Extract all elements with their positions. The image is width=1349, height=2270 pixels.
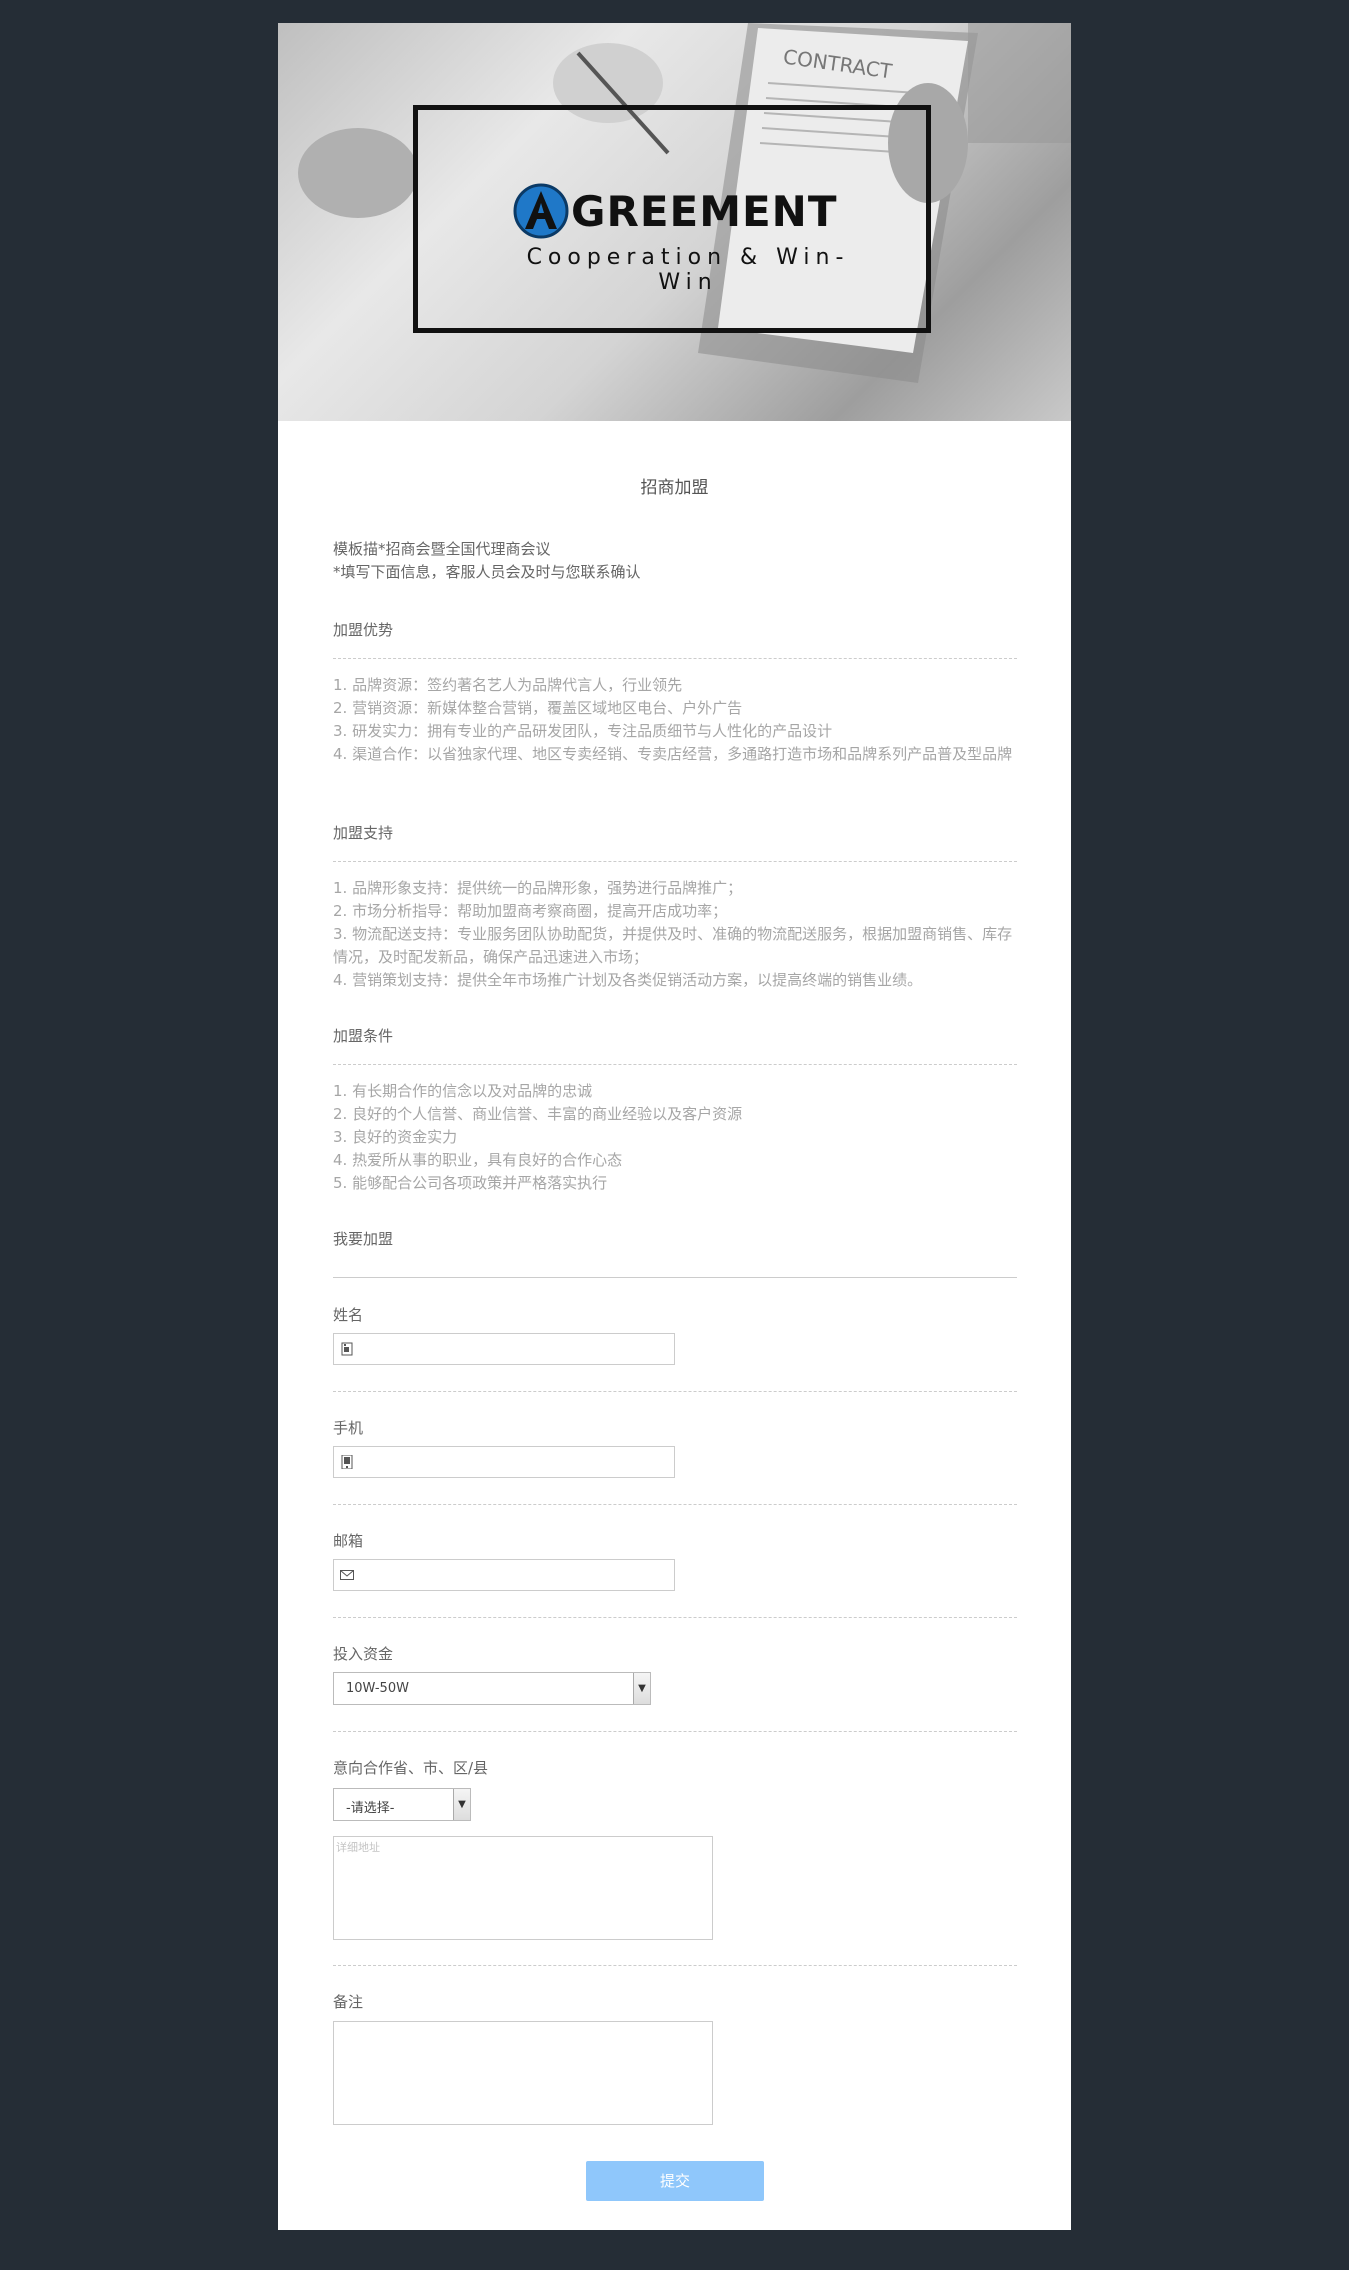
- list-item: 4. 渠道合作：以省独家代理、地区专卖经销、专卖店经营，多通路打造市场和品牌系列…: [333, 745, 1013, 763]
- region-label: 意向合作省、市、区/县: [333, 1759, 489, 1777]
- divider: [333, 1617, 1017, 1618]
- capital-select[interactable]: 10W-50W ▼: [333, 1672, 651, 1705]
- list-item: 4. 营销策划支持：提供全年市场推广计划及各类促销活动方案，以提高终端的销售业绩…: [333, 971, 923, 989]
- divider: [333, 1064, 1017, 1065]
- list-item: 4. 热爱所从事的职业，具有良好的合作心态: [333, 1151, 623, 1169]
- email-label: 邮箱: [333, 1532, 364, 1550]
- province-select-value: -请选择-: [346, 1801, 395, 1816]
- phone-input[interactable]: [333, 1446, 675, 1478]
- section-title-support: 加盟支持: [333, 824, 394, 842]
- list-item: 3. 良好的资金实力: [333, 1128, 458, 1146]
- list-item: 1. 品牌形象支持：提供统一的品牌形象，强势进行品牌推广；: [333, 879, 743, 897]
- list-item: 2. 市场分析指导：帮助加盟商考察商圈，提高开店成功率；: [333, 902, 728, 920]
- divider: [333, 861, 1017, 862]
- intro-line-1: 模板描*招商会暨全国代理商会议: [333, 540, 551, 558]
- logo-word: GREEMENT: [571, 186, 838, 236]
- address-textarea[interactable]: 详细地址: [333, 1836, 713, 1940]
- list-item: 3. 研发实力：拥有专业的产品研发团队，专注品质细节与人性化的产品设计: [333, 722, 833, 740]
- divider: [333, 1391, 1017, 1392]
- name-input[interactable]: [333, 1333, 675, 1365]
- divider: [333, 1504, 1017, 1505]
- email-input[interactable]: [333, 1559, 675, 1591]
- phone-label: 手机: [333, 1419, 364, 1437]
- submit-button[interactable]: 提交: [586, 2161, 764, 2201]
- id-card-icon: [341, 1342, 353, 1356]
- divider: [333, 658, 1017, 659]
- list-item: 1. 品牌资源：签约著名艺人为品牌代言人，行业领先: [333, 676, 683, 694]
- address-placeholder: 详细地址: [336, 1841, 380, 1854]
- form-title: 招商加盟: [640, 478, 709, 498]
- divider-solid: [333, 1277, 1017, 1278]
- tagline: Cooperation & Win-Win: [526, 245, 850, 295]
- list-item: 5. 能够配合公司各项政策并严格落实执行: [333, 1174, 608, 1192]
- chevron-down-icon[interactable]: ▼: [453, 1789, 470, 1820]
- divider: [333, 1731, 1017, 1732]
- capital-label: 投入资金: [333, 1645, 394, 1663]
- logo: GREEMENT: [513, 181, 853, 241]
- remark-label: 备注: [333, 1993, 364, 2011]
- name-label: 姓名: [333, 1306, 364, 1324]
- intro-line-2: *填写下面信息，客服人员会及时与您联系确认: [333, 563, 641, 581]
- divider: [333, 1965, 1017, 1966]
- advantages-list: 1. 品牌资源：签约著名艺人为品牌代言人，行业领先 2. 营销资源：新媒体整合营…: [333, 674, 1017, 766]
- intro-text: 模板描*招商会暨全国代理商会议 *填写下面信息，客服人员会及时与您联系确认: [333, 538, 1017, 584]
- chevron-down-icon[interactable]: ▼: [633, 1673, 650, 1704]
- province-select[interactable]: -请选择- ▼: [333, 1788, 471, 1821]
- logo-a-icon: [513, 183, 569, 239]
- phone-icon: [341, 1455, 353, 1469]
- banner-image: CONTRACT GREEMENT Cooperation & Win-Win: [278, 23, 1071, 421]
- section-title-advantages: 加盟优势: [333, 621, 394, 639]
- form-page: CONTRACT GREEMENT Cooperation & Win-Win …: [278, 23, 1071, 2230]
- conditions-list: 1. 有长期合作的信念以及对品牌的忠诚 2. 良好的个人信誉、商业信誉、丰富的商…: [333, 1080, 1017, 1195]
- join-heading: 我要加盟: [333, 1230, 394, 1248]
- remark-textarea[interactable]: [333, 2021, 713, 2125]
- capital-select-value: 10W-50W: [346, 1681, 409, 1696]
- mail-icon: [340, 1570, 354, 1580]
- section-title-conditions: 加盟条件: [333, 1027, 394, 1045]
- list-item: 1. 有长期合作的信念以及对品牌的忠诚: [333, 1082, 593, 1100]
- list-item: 2. 营销资源：新媒体整合营销，覆盖区域地区电台、户外广告: [333, 699, 743, 717]
- list-item: 2. 良好的个人信誉、商业信誉、丰富的商业经验以及客户资源: [333, 1105, 743, 1123]
- list-item: 3. 物流配送支持：专业服务团队协助配货，并提供及时、准确的物流配送服务，根据加…: [333, 925, 1013, 966]
- support-list: 1. 品牌形象支持：提供统一的品牌形象，强势进行品牌推广； 2. 市场分析指导：…: [333, 877, 1017, 992]
